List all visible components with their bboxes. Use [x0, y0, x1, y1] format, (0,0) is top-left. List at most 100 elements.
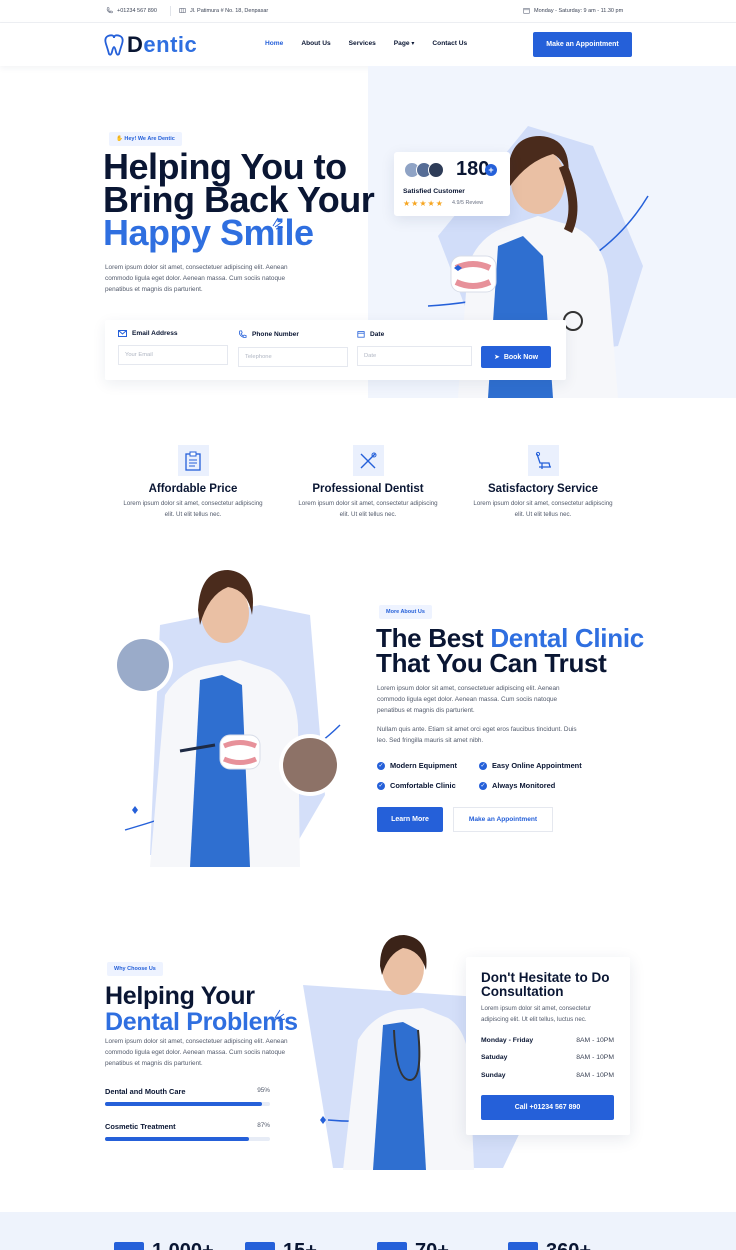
check-item: ✓ Modern Equipment — [377, 761, 479, 770]
hand-wave-icon: ✋ — [116, 136, 123, 142]
calendar-icon — [357, 331, 365, 338]
stat-number: 360+ — [546, 1242, 591, 1250]
date-field-group: Date Date — [357, 330, 472, 366]
phone-info[interactable]: +01234 567 890 — [106, 7, 157, 14]
make-appointment-button[interactable]: Make an Appointment — [533, 32, 632, 57]
consult-title: Don't Hesitate to Do Consultation — [481, 970, 610, 999]
consult-text: Lorem ipsum dolor sit amet, consectetur … — [481, 1005, 592, 1023]
logo[interactable]: Dentic — [104, 32, 197, 58]
customer-avatars — [404, 162, 444, 178]
stat-icon — [377, 1242, 407, 1250]
customer-label: Satisfied Customer — [403, 188, 465, 195]
check-circle-icon: ✓ — [377, 781, 385, 790]
about-doctor-image — [113, 570, 341, 867]
feature-satisfactory-service: Satisfactory Service Lorem ipsum dolor s… — [468, 445, 618, 520]
check-item: ✓ Comfortable Clinic — [377, 781, 479, 790]
date-label-text: Date — [370, 330, 385, 338]
calendar-icon — [523, 8, 530, 14]
progress-percent: 87% — [257, 1122, 270, 1129]
date-field[interactable]: Date — [357, 346, 472, 366]
hours-text: Monday - Saturday: 9 am - 11.30 pm — [534, 7, 624, 14]
check-circle-icon: ✓ — [377, 761, 385, 770]
stat-icon — [114, 1242, 144, 1250]
progress-cosmetic: Cosmetic Treatment 87% — [105, 1122, 270, 1141]
plus-badge: + — [485, 164, 497, 176]
email-label-text: Email Address — [132, 330, 178, 337]
progress-percent: 95% — [257, 1087, 270, 1094]
satisfied-customer-card: 180 + Satisfied Customer ★★★★★ 4.9/5 Rev… — [394, 152, 510, 216]
feature-title: Affordable Price — [148, 483, 238, 495]
nav-about[interactable]: About Us — [301, 40, 330, 47]
nav-page[interactable]: Page ▾ — [394, 40, 415, 47]
feature-affordable-price: Affordable Price Lorem ipsum dolor sit a… — [118, 445, 268, 520]
feature-professional-dentist: Professional Dentist Lorem ipsum dolor s… — [293, 445, 443, 520]
hero-paragraph: Lorem ipsum dolor sit amet, consectetuer… — [105, 264, 288, 293]
about-checklist: ✓ Modern Equipment ✓ Easy Online Appointme… — [377, 761, 617, 790]
hours-time: 8AM - 10PM — [576, 1054, 614, 1061]
main-nav: Dentic Home About Us Services Page ▾ Con… — [0, 23, 736, 66]
email-field-group: Email Address Your Email — [118, 330, 228, 365]
stat-item: 15+ — [245, 1242, 317, 1250]
feature-icon-box — [177, 445, 209, 476]
progress-track — [105, 1102, 270, 1106]
hours-info: Monday - Saturday: 9 am - 11.30 pm — [523, 7, 623, 14]
stat-icon — [245, 1242, 275, 1250]
about-paragraph-1: Lorem ipsum dolor sit amet, consectetuer… — [377, 685, 560, 714]
why-title-line2: Dental Problems — [105, 1008, 298, 1036]
about-title: The Best Dental Clinic That You Can Trus… — [376, 625, 644, 678]
phone-label-text: Phone Number — [252, 331, 299, 338]
book-now-label: Book Now — [503, 353, 539, 361]
sparkle-icon — [274, 1009, 286, 1022]
why-title-line1: Helping Your — [105, 982, 255, 1010]
check-label: Easy Online Appointment — [492, 761, 582, 770]
feature-title: Professional Dentist — [312, 483, 424, 495]
hours-time: 8AM - 10PM — [576, 1037, 614, 1044]
nav-home[interactable]: Home — [265, 40, 283, 47]
check-circle-icon: ✓ — [479, 761, 487, 770]
progress-label: Cosmetic Treatment — [105, 1122, 176, 1131]
hours-time: 8AM - 10PM — [576, 1072, 614, 1079]
phone-icon — [239, 330, 247, 338]
rating-stars-icon: ★★★★★ — [403, 199, 444, 208]
nav-services[interactable]: Services — [349, 40, 376, 47]
book-now-button[interactable]: ➤ Book Now — [481, 346, 551, 368]
logo-text: Dentic — [127, 32, 197, 58]
address-info: Jl. Patimura # No. 18, Denpasar — [179, 7, 268, 14]
stat-number: 15+ — [283, 1242, 317, 1250]
why-paragraph: Lorem ipsum dolor sit amet, consectetuer… — [105, 1038, 288, 1067]
phone-label: Phone Number — [238, 330, 348, 339]
email-field[interactable]: Your Email — [118, 345, 228, 365]
about-appointment-button[interactable]: Make an Appointment — [453, 807, 553, 832]
map-icon — [179, 8, 186, 13]
hours-row: Satuday 8AM - 10PM — [481, 1054, 614, 1061]
check-circle-icon: ✓ — [479, 781, 487, 790]
about-title-line2: That You Can Trust — [376, 648, 607, 678]
stat-item: 1,000+ — [114, 1242, 214, 1250]
feature-icon-box — [352, 445, 384, 476]
phone-text: +01234 567 890 — [117, 7, 157, 14]
phone-field-group: Phone Number Telephone — [238, 330, 348, 367]
learn-more-button[interactable]: Learn More — [377, 807, 443, 832]
progress-dental-mouth: Dental and Mouth Care 95% — [105, 1087, 270, 1106]
avatar — [428, 162, 444, 178]
nav-contact[interactable]: Contact Us — [432, 40, 467, 47]
stat-number: 70+ — [415, 1242, 449, 1250]
stats-strip — [0, 1212, 736, 1250]
dental-chair-icon — [535, 451, 551, 469]
send-icon: ➤ — [493, 354, 500, 361]
progress-track — [105, 1137, 270, 1141]
check-item: ✓ Easy Online Appointment — [479, 761, 609, 770]
sparkle-icon — [272, 217, 284, 230]
date-label: Date — [357, 330, 472, 338]
about-paragraph-2: Nullam quis ante. Etiam sit amet orci eg… — [377, 726, 577, 744]
check-label: Comfortable Clinic — [390, 781, 456, 790]
logo-d: D — [127, 32, 144, 57]
call-button[interactable]: Call +01234 567 890 — [481, 1095, 614, 1120]
phone-field[interactable]: Telephone — [238, 347, 348, 367]
hours-day: Sunday — [481, 1072, 506, 1079]
mail-icon — [118, 330, 127, 337]
top-bar: +01234 567 890 Jl. Patimura # No. 18, De… — [0, 0, 736, 23]
check-item: ✓ Always Monitored — [479, 781, 609, 790]
email-label: Email Address — [118, 330, 228, 337]
divider — [170, 6, 171, 16]
